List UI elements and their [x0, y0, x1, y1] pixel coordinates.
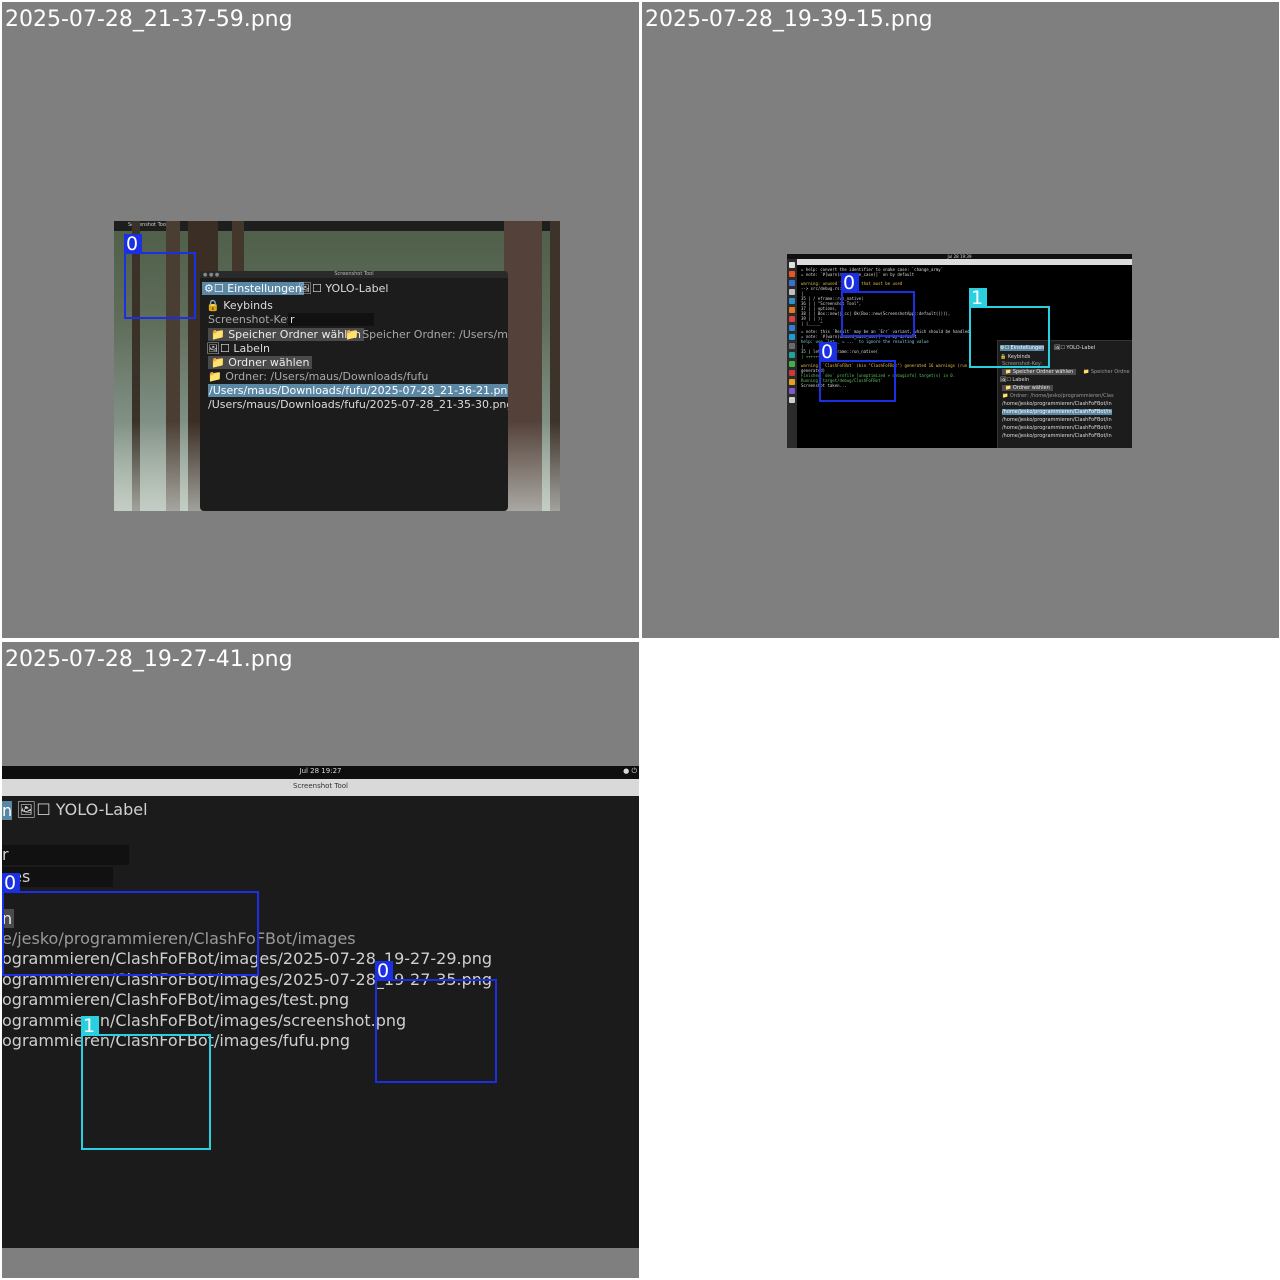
clock: Jul 28 19:27	[299, 767, 342, 775]
bounding-box-label: 0	[819, 342, 837, 362]
choose-save-folder-button[interactable]: 📁 Speicher Ordner wählen	[1002, 369, 1077, 375]
file-list-item[interactable]: /Users/maus/Downloads/fufu/2025-07-28_21…	[208, 384, 508, 397]
bounding-box-class-0[interactable]: 0	[841, 273, 915, 337]
window-titlebar: Screenshot Tool	[2, 779, 639, 796]
empty-tile	[642, 642, 1279, 1278]
bounding-box-class-0[interactable]: 0	[2, 873, 259, 976]
bounding-box-label: 0	[375, 961, 393, 981]
tile-3[interactable]: 2025-07-28_19-27-41.png Jul 28 19:27 ● ⏻…	[2, 642, 639, 1278]
tile-title: 2025-07-28_21-37-59.png	[5, 7, 293, 32]
bounding-box-label: 0	[2, 873, 20, 893]
folder-text: 📁 Ordner: /home/jesko/programmieren/Clas	[1002, 393, 1114, 399]
bounding-box-class-0[interactable]: 0	[124, 234, 196, 319]
file-list-item[interactable]: /home/jesko/programmieren/ClashFoFBot/in	[1002, 433, 1112, 439]
bounding-box-class-1[interactable]: 1	[81, 1016, 211, 1150]
tab-yolo-label[interactable]: 🖼☐ YOLO-Label	[298, 282, 388, 295]
tab-einstellungen[interactable]: n	[2, 801, 13, 820]
folder-text: 📁 Ordner: /Users/maus/Downloads/fufu	[208, 370, 429, 383]
tab-einstellungen[interactable]: ⚙☐ Einstellungen	[202, 282, 304, 295]
bounding-box-label: 0	[124, 234, 142, 254]
tile-1[interactable]: 2025-07-28_21-37-59.png Screenshot Tool …	[2, 2, 639, 638]
file-list-item[interactable]: /home/jesko/programmieren/ClashFoFBot/in	[1002, 409, 1112, 415]
keybinds-header[interactable]: 🔒 Keybinds	[206, 299, 273, 312]
bounding-box-class-0[interactable]: 0	[375, 961, 497, 1083]
tile-title: 2025-07-28_19-27-41.png	[5, 647, 293, 672]
screenshot-key-input[interactable]: r	[288, 313, 374, 326]
tile-2[interactable]: 2025-07-28_19-39-15.png Jul 28 19:39 = h…	[642, 2, 1279, 638]
window-title: Screenshot Tool	[334, 271, 374, 277]
file-list-item[interactable]: /home/jesko/programmieren/ClashFoFBot/in	[1002, 401, 1112, 407]
bounding-box-class-1[interactable]: 1	[969, 288, 1050, 368]
label-header[interactable]: 🖼☐ Labeln	[206, 342, 270, 355]
menubar: Screenshot Tool	[114, 221, 560, 231]
bounding-box-class-0[interactable]: 0	[819, 342, 896, 402]
choose-folder-button[interactable]: 📁 Ordner wählen	[208, 356, 313, 369]
save-folder-text: 📁 Speicher Ordner: /Users/maus	[345, 328, 508, 341]
screenshot-key-input[interactable]: r	[2, 845, 129, 865]
bounding-box-label: 0	[841, 273, 859, 293]
tab-yolo-label[interactable]: 🖼☐ YOLO-Label	[1054, 345, 1095, 351]
terminal-line: | |_____^	[801, 321, 823, 326]
choose-folder-button[interactable]: 📁 Ordner wählen	[1002, 385, 1053, 391]
file-list-item[interactable]: /home/jesko/programmieren/ClashFoFBot/in	[1002, 417, 1112, 423]
bounding-box-label: 1	[969, 288, 987, 308]
window-titlebar: ● ● ● Screenshot Tool	[200, 271, 508, 278]
file-list-item[interactable]: /home/jesko/programmieren/ClashFoFBot/in	[1002, 425, 1112, 431]
bounding-box-label: 1	[81, 1016, 99, 1036]
tab-yolo-label[interactable]: 🖼☐ YOLO-Label	[16, 800, 148, 819]
file-list-item[interactable]: /Users/maus/Downloads/fufu/2025-07-28_21…	[208, 398, 508, 411]
file-list-item[interactable]: ogrammieren/ClashFoFBot/images/screensho…	[2, 1011, 406, 1030]
file-list-item[interactable]: ogrammieren/ClashFoFBot/images/test.png	[2, 990, 349, 1009]
tile-title: 2025-07-28_19-39-15.png	[645, 7, 933, 32]
status-icons[interactable]: ● ⏻	[623, 767, 637, 776]
save-folder-text: 📁 Speicher Ordne	[1083, 369, 1130, 375]
label-header[interactable]: 🖼☐ Labeln	[1000, 377, 1029, 383]
app-window: ● ● ● Screenshot Tool ⚙☐ Einstellungen 🖼…	[200, 271, 508, 511]
screenshot-preview: Jul 28 19:39 = help: convert the identif…	[787, 254, 1132, 448]
top-bar: Jul 28 19:27 ● ⏻	[2, 766, 639, 779]
choose-save-folder-button[interactable]: 📁 Speicher Ordner wählen	[208, 328, 365, 341]
window-title: Screenshot Tool	[293, 782, 348, 790]
terminal-tabbar	[797, 259, 1132, 265]
screenshot-key-label: Screenshot-Key:	[208, 313, 297, 326]
screenshot-preview: Jul 28 19:27 ● ⏻ Screenshot Tool n 🖼☐ YO…	[2, 766, 639, 1248]
